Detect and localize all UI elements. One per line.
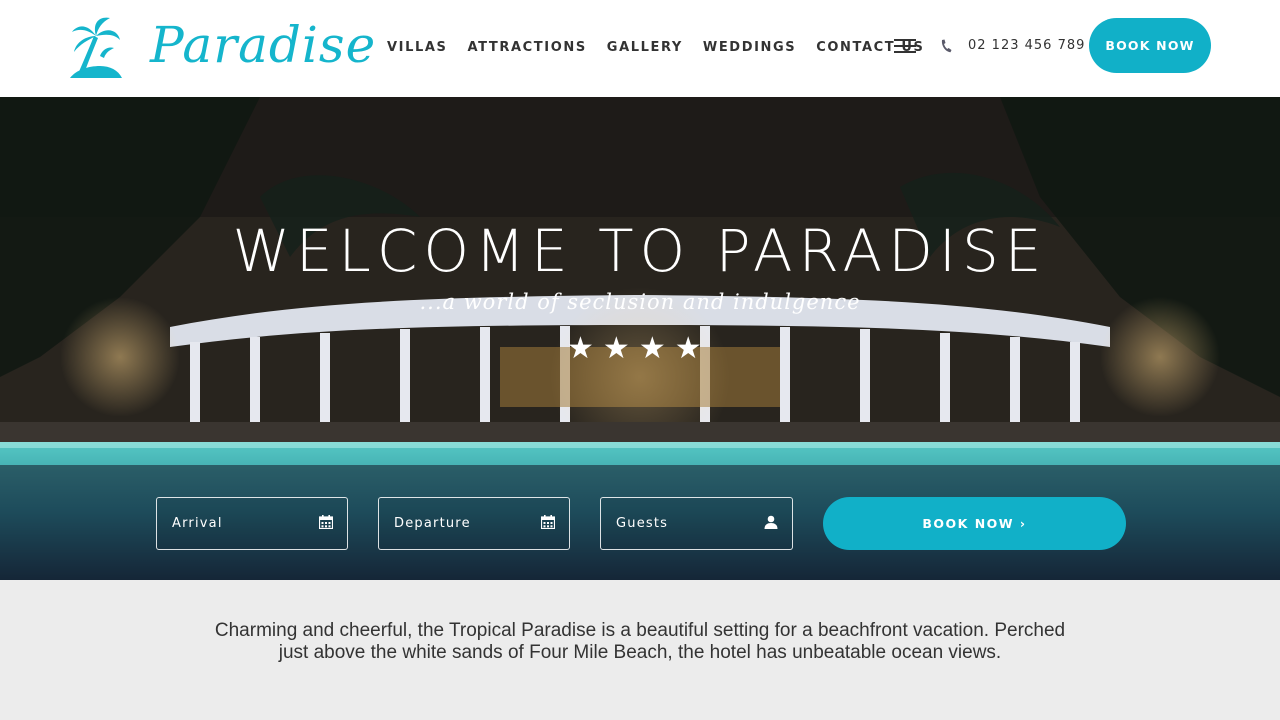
- logo[interactable]: Paradise: [70, 16, 375, 78]
- main-nav: VILLAS ATTRACTIONS GALLERY WEDDINGS CONT…: [387, 38, 945, 56]
- calendar-icon: [319, 515, 333, 529]
- nav-link-weddings[interactable]: WEDDINGS: [703, 40, 796, 55]
- site-header: Paradise VILLAS ATTRACTIONS GALLERY WEDD…: [0, 0, 1280, 97]
- phone-contact[interactable]: 02 123 456 789: [940, 38, 1085, 53]
- phone-icon: [941, 39, 952, 52]
- logo-text: Paradise: [150, 16, 377, 74]
- hero-section: WELCOME TO PARADISE ...a world of seclus…: [0, 97, 1280, 580]
- header-book-now-button[interactable]: BOOK NOW: [1089, 18, 1211, 73]
- arrival-date-field[interactable]: Arrival: [156, 497, 348, 550]
- departure-label: Departure: [394, 516, 471, 531]
- intro-text: Charming and cheerful, the Tropical Para…: [214, 620, 1066, 663]
- guests-label: Guests: [616, 516, 669, 531]
- phone-number: 02 123 456 789: [968, 38, 1086, 53]
- palm-tree-logo-icon: [70, 17, 122, 78]
- star-icon: ★: [638, 332, 666, 365]
- nav-link-gallery[interactable]: GALLERY: [607, 40, 683, 55]
- calendar-icon: [541, 515, 555, 529]
- hero-title: WELCOME TO PARADISE: [232, 217, 1048, 285]
- nav-link-attractions[interactable]: ATTRACTIONS: [468, 40, 587, 55]
- star-icon: ★: [602, 332, 630, 365]
- departure-date-field[interactable]: Departure: [378, 497, 570, 550]
- user-icon: [764, 515, 778, 529]
- booking-submit-button[interactable]: BOOK NOW ›: [823, 497, 1126, 550]
- arrival-label: Arrival: [172, 516, 223, 531]
- guests-field[interactable]: Guests: [600, 497, 793, 550]
- star-icon: ★: [567, 332, 594, 365]
- star-icon: ★: [674, 332, 702, 365]
- star-rating: ★ ★ ★ ★: [567, 334, 711, 364]
- hamburger-icon[interactable]: [894, 39, 916, 53]
- nav-link-villas[interactable]: VILLAS: [387, 40, 448, 55]
- hero-subtitle: ...a world of seclusion and indulgence: [419, 290, 861, 314]
